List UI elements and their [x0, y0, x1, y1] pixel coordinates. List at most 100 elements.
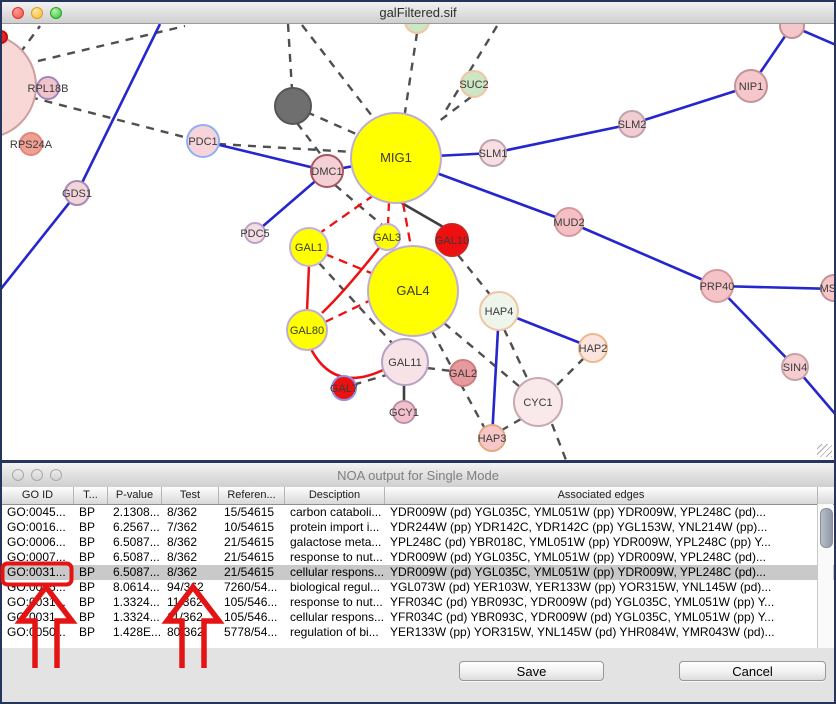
table-cell: 105/546...	[219, 595, 285, 610]
node-GAL80[interactable]: GAL80	[287, 310, 327, 350]
node-PDC5[interactable]: PDC5	[240, 223, 269, 243]
node-HAP2[interactable]: HAP2	[579, 334, 608, 362]
column-header-referen-[interactable]: Referen...	[219, 487, 285, 504]
table-cell: cellular respons...	[285, 565, 385, 580]
node-SLM1[interactable]: SLM1	[479, 140, 508, 166]
table-row[interactable]: GO:0006...BP6.5087...8/36221/54615galact…	[2, 535, 834, 550]
noa-window-titlebar[interactable]: NOA output for Single Mode	[2, 463, 834, 488]
table-cell: 11/362	[162, 610, 219, 625]
column-header-test[interactable]: Test	[162, 487, 219, 504]
edge-graydash[interactable]	[302, 25, 382, 129]
edge-graydash[interactable]	[556, 358, 584, 386]
table-cell: 105/546...	[219, 610, 285, 625]
resize-grip-icon[interactable]	[817, 444, 832, 457]
node-GCY1[interactable]: GCY1	[389, 401, 419, 423]
node-green-top[interactable]	[405, 24, 429, 33]
edge-redsolid[interactable]	[311, 349, 383, 378]
edge-redsolid[interactable]	[307, 265, 309, 311]
node-CYC1[interactable]: CYC1	[514, 378, 562, 426]
edge-reddash[interactable]	[403, 203, 411, 247]
column-header-desciption[interactable]: Desciption	[285, 487, 385, 504]
node-SLM2[interactable]: SLM2	[618, 111, 647, 137]
node-MUD2[interactable]: MUD2	[553, 208, 584, 236]
node-SIN4[interactable]: SIN4	[782, 354, 808, 380]
close-button[interactable]	[12, 7, 24, 19]
minimize-button[interactable]	[31, 469, 43, 481]
node-label: GAL80	[290, 325, 324, 337]
edge-reddash[interactable]	[325, 254, 371, 273]
node-SUC2[interactable]: SUC2	[459, 71, 488, 97]
table-row[interactable]: GO:0016...BP6.2567...7/36210/54615protei…	[2, 520, 834, 535]
node-MIG1[interactable]: MIG1	[351, 113, 441, 203]
node-label: SLM2	[618, 119, 647, 131]
edge-graydash[interactable]	[438, 97, 471, 122]
edge-graydash[interactable]	[404, 33, 417, 119]
table-row[interactable]: GO:0031...BP1.3324...11/362105/546...res…	[2, 595, 834, 610]
node-red-sliver[interactable]	[2, 31, 7, 43]
node-DMC1[interactable]: DMC1	[311, 155, 343, 187]
column-header-go-id[interactable]: GO ID	[2, 487, 74, 504]
save-button[interactable]: Save	[459, 661, 604, 681]
node-PRP40[interactable]: PRP40	[700, 270, 735, 302]
network-canvas[interactable]: RPL18BRPS24AGDS1PDC1DMC1MIG1SUC2SLM1SLM2…	[2, 24, 834, 460]
node-label: HAP4	[485, 306, 514, 318]
edge-graydash[interactable]	[552, 424, 566, 460]
table-row[interactable]: GO:0045...BP2.1308...8/36215/54615carbon…	[2, 505, 834, 520]
table-cell: response to nut...	[285, 550, 385, 565]
edge-graydash[interactable]	[30, 97, 188, 138]
node-MSL1[interactable]: MSL1	[820, 275, 834, 301]
table-cell: 21/54615	[219, 565, 285, 580]
minimize-button[interactable]	[31, 7, 43, 19]
table-row[interactable]: GO:0050...BP1.428E...80/3625778/54...reg…	[2, 625, 834, 640]
edge-graydash[interactable]	[297, 123, 322, 156]
node-GDS1[interactable]: GDS1	[62, 181, 92, 205]
network-window-titlebar[interactable]: galFiltered.sif	[2, 2, 834, 24]
edge-graydash[interactable]	[356, 374, 390, 384]
table-row[interactable]: GO:0031...BP6.5087...8/36221/54615cellul…	[2, 565, 834, 580]
node-PDC1[interactable]: PDC1	[187, 125, 219, 157]
table-row[interactable]: GO:0031...BP1.3324...11/362105/546...cel…	[2, 610, 834, 625]
node-GAL11[interactable]: GAL11	[382, 339, 428, 385]
node-HAP3[interactable]: HAP3	[478, 425, 507, 451]
edge-graydash[interactable]	[504, 329, 528, 380]
edge-graydash[interactable]	[427, 368, 451, 371]
scrollbar-thumb[interactable]	[820, 508, 833, 548]
edge-graydash[interactable]	[443, 26, 497, 115]
node-GAL7[interactable]: GAL7	[330, 376, 358, 400]
edge-blue[interactable]	[717, 286, 834, 415]
edge-reddash[interactable]	[388, 202, 389, 225]
node-GAL4[interactable]: GAL4	[368, 246, 458, 336]
column-header-p-value[interactable]: P-value	[108, 487, 162, 504]
table-scrollbar[interactable]	[817, 504, 833, 648]
close-button[interactable]	[12, 469, 24, 481]
table-cell: 8/362	[162, 535, 219, 550]
edge-graydash[interactable]	[20, 26, 40, 53]
table-row[interactable]: GO:0065...BP8.0614...94/3627260/54...bio…	[2, 580, 834, 595]
zoom-button[interactable]	[50, 7, 62, 19]
node-label: SIN4	[783, 362, 807, 374]
column-header-t-[interactable]: T...	[74, 487, 108, 504]
edge-blue[interactable]	[717, 286, 834, 289]
node-GAL10[interactable]: GAL10	[435, 224, 469, 256]
node-GAL1[interactable]: GAL1	[290, 228, 328, 266]
node-top-right-pink[interactable]	[780, 24, 804, 38]
node-NIP1[interactable]: NIP1	[735, 70, 767, 102]
node-RPS24A[interactable]: RPS24A	[10, 133, 53, 155]
table-cell: 7260/54...	[219, 580, 285, 595]
node-gray-node[interactable]	[275, 88, 311, 124]
cancel-button[interactable]: Cancel	[679, 661, 826, 681]
column-header-associated-edges[interactable]: Associated edges	[385, 487, 818, 504]
table-cell: GO:0007...	[2, 550, 74, 565]
zoom-button[interactable]	[50, 469, 62, 481]
node-GAL3[interactable]: GAL3	[373, 224, 401, 250]
edge-graydash[interactable]	[38, 26, 185, 61]
table-cell: GO:0045...	[2, 505, 74, 520]
node-label: NIP1	[739, 81, 763, 93]
node-GAL2[interactable]: GAL2	[449, 360, 477, 386]
node-HAP4[interactable]: HAP4	[480, 292, 518, 330]
edge-reddash[interactable]	[317, 195, 374, 235]
node-label: HAP3	[478, 433, 507, 445]
edge-graydash[interactable]	[502, 419, 521, 430]
edge-graydash[interactable]	[458, 255, 492, 297]
table-row[interactable]: GO:0007...BP6.5087...8/36221/54615respon…	[2, 550, 834, 565]
